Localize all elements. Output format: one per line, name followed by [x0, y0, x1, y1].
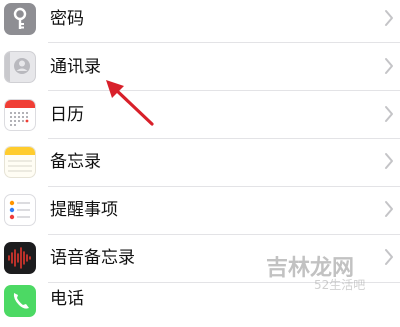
- annotation-arrow: [106, 80, 154, 126]
- notes-icon: [4, 146, 36, 178]
- settings-item-calendar[interactable]: 日历: [0, 93, 400, 137]
- settings-item-label: 电话: [50, 289, 84, 309]
- divider: [48, 186, 400, 187]
- chevron-right-icon: [385, 201, 393, 217]
- settings-item-label: 提醒事项: [50, 200, 118, 220]
- reminders-icon: [4, 194, 36, 226]
- settings-item-label: 密码: [50, 9, 84, 29]
- settings-item-label: 语音备忘录: [50, 248, 135, 268]
- key-icon: [4, 3, 36, 35]
- voice-memos-icon: [4, 242, 36, 274]
- settings-item-contacts[interactable]: 通讯录: [0, 45, 400, 89]
- chevron-right-icon: [385, 106, 393, 122]
- settings-item-label: 日历: [50, 105, 84, 125]
- chevron-right-icon: [385, 249, 393, 265]
- settings-item-passwords[interactable]: 密码: [0, 0, 400, 41]
- chevron-right-icon: [385, 58, 393, 74]
- watermark-subtext: 52生活吧: [314, 278, 366, 292]
- settings-item-reminders[interactable]: 提醒事项: [0, 188, 400, 232]
- divider: [48, 42, 400, 43]
- settings-item-label: 通讯录: [50, 57, 101, 77]
- chevron-right-icon: [385, 153, 393, 169]
- settings-item-notes[interactable]: 备忘录: [0, 140, 400, 184]
- chevron-right-icon: [385, 10, 393, 26]
- divider: [48, 138, 400, 139]
- calendar-icon: [4, 99, 36, 131]
- contacts-icon: [4, 51, 36, 83]
- divider: [48, 234, 400, 235]
- settings-item-label: 备忘录: [50, 152, 101, 172]
- phone-icon: [4, 285, 36, 317]
